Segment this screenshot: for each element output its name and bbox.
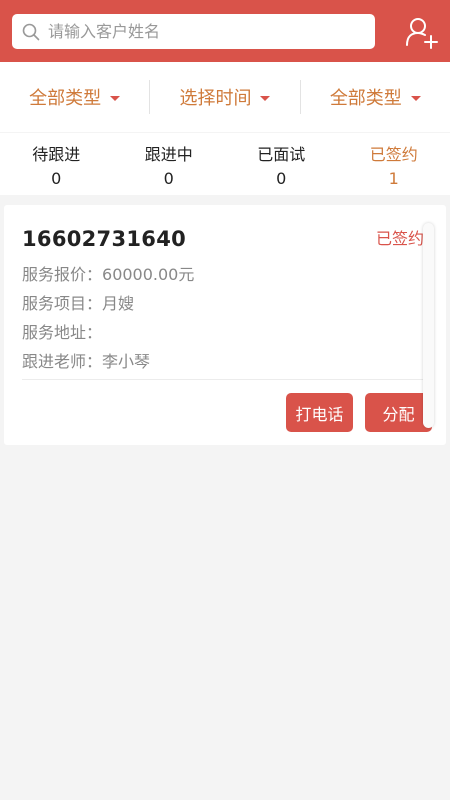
call-button[interactable]: 打电话	[286, 393, 353, 432]
teacher-row: 跟进老师：李小琴	[22, 348, 150, 372]
customer-card[interactable]: 16602731640 已签约 服务报价：60000.00元 服务项目：月嫂 服…	[4, 205, 446, 445]
tab-following[interactable]: 跟进中 0	[113, 133, 226, 195]
service-price-label: 服务报价：	[22, 265, 103, 284]
tab-interviewed-count: 0	[276, 168, 287, 188]
service-project-row: 服务项目：月嫂	[22, 290, 134, 314]
teacher-value: 李小琴	[102, 352, 151, 371]
assign-button[interactable]: 分配	[365, 393, 432, 432]
tab-following-count: 0	[163, 168, 174, 188]
search-icon	[22, 23, 40, 41]
status-badge: 已签约	[376, 229, 425, 248]
tab-pending[interactable]: 待跟进 0	[0, 133, 113, 195]
teacher-label: 跟进老师：	[22, 352, 103, 371]
filter-type-2[interactable]: 全部类型	[299, 80, 450, 114]
service-project-label: 服务项目：	[22, 294, 103, 313]
tab-pending-count: 0	[51, 168, 62, 188]
status-tabs: 待跟进 0 跟进中 0 已面试 0 已签约 1	[0, 133, 450, 195]
tab-signed[interactable]: 已签约 1	[338, 133, 450, 195]
scrollbar[interactable]	[423, 223, 434, 428]
customer-phone: 16602731640	[22, 227, 187, 251]
add-user-icon[interactable]	[403, 14, 439, 50]
card-divider	[22, 379, 428, 380]
service-project-value: 月嫂	[102, 294, 135, 313]
service-price-value: 60000.00元	[102, 265, 195, 284]
service-address-row: 服务地址：	[22, 319, 102, 343]
filter-time-label: 选择时间	[179, 88, 252, 109]
filter-type-label: 全部类型	[29, 88, 102, 109]
filter-type-2-label: 全部类型	[329, 88, 402, 109]
tab-pending-label: 待跟进	[32, 144, 81, 164]
tab-interviewed[interactable]: 已面试 0	[225, 133, 338, 195]
search-box[interactable]	[12, 14, 375, 49]
caret-down-icon	[410, 95, 421, 101]
filter-time[interactable]: 选择时间	[149, 80, 299, 114]
top-bar	[0, 0, 450, 62]
service-address-label: 服务地址：	[22, 323, 103, 342]
filter-type[interactable]: 全部类型	[0, 80, 149, 114]
caret-down-icon	[110, 95, 121, 101]
tab-following-label: 跟进中	[144, 144, 193, 164]
tab-signed-count: 1	[388, 168, 399, 188]
service-price-row: 服务报价：60000.00元	[22, 261, 194, 285]
search-input[interactable]	[48, 22, 348, 41]
filter-bar: 全部类型 选择时间 全部类型	[0, 62, 450, 132]
tab-interviewed-label: 已面试	[257, 144, 306, 164]
tab-signed-label: 已签约	[369, 144, 418, 164]
caret-down-icon	[260, 95, 271, 101]
